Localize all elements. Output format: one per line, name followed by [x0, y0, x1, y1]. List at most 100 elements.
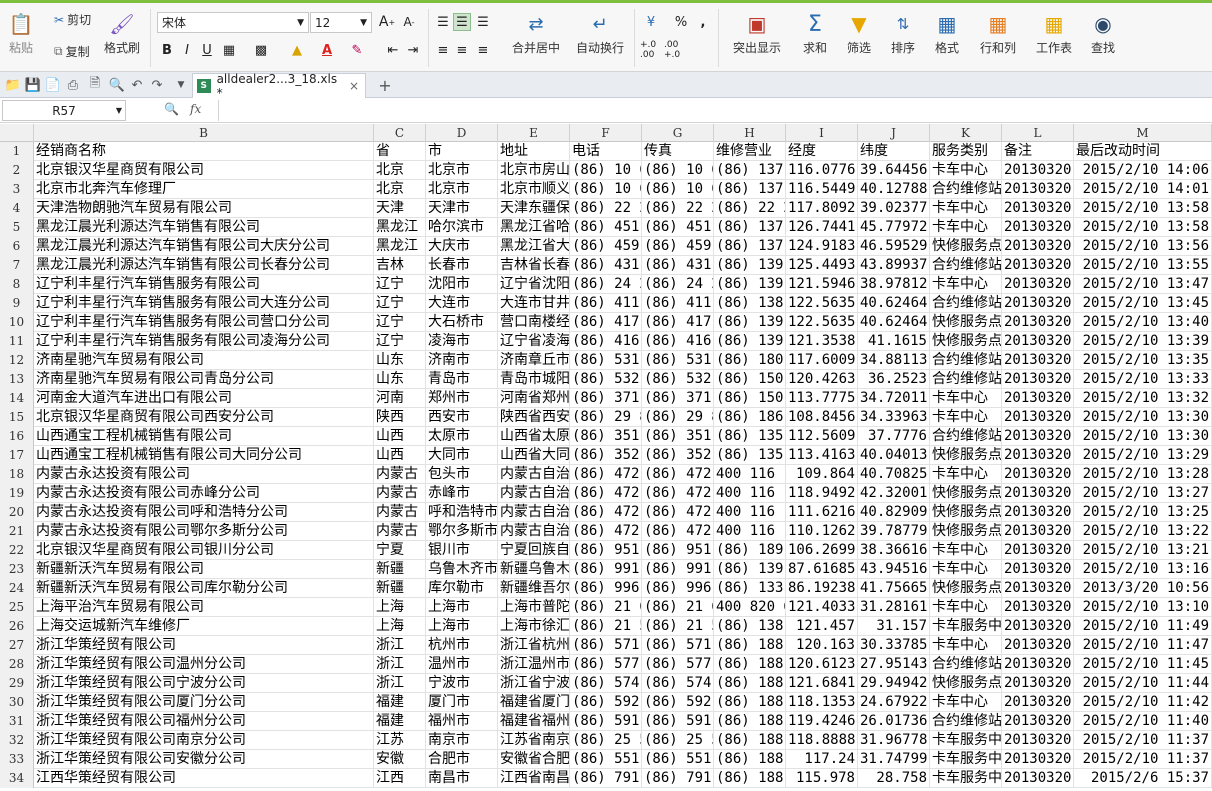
underline-button[interactable]: U	[198, 41, 216, 59]
cell-f-18[interactable]: (86) 472	[570, 465, 642, 484]
new-tab-button[interactable]: +	[376, 76, 394, 95]
close-icon[interactable]: ×	[349, 79, 359, 93]
cell-k-6[interactable]: 快修服务点	[930, 237, 1002, 256]
cell-f-4[interactable]: (86) 22 2	[570, 199, 642, 218]
cell-c-30[interactable]: 福建	[374, 693, 426, 712]
column-header-l[interactable]: L	[1002, 124, 1074, 142]
row-number[interactable]: 4	[0, 199, 34, 218]
row-number[interactable]: 7	[0, 256, 34, 275]
cell-l-11[interactable]: 20130320	[1002, 332, 1074, 351]
cell-c-3[interactable]: 北京	[374, 180, 426, 199]
wrap-text-button[interactable]: ↵ 自动换行	[574, 11, 626, 56]
cell-j-33[interactable]: 31.74799	[858, 750, 930, 769]
cell-k-29[interactable]: 快修服务点	[930, 674, 1002, 693]
cell-g-4[interactable]: (86) 22 2	[642, 199, 714, 218]
column-header-c[interactable]: C	[374, 124, 426, 142]
decrease-font-icon[interactable]: A-	[400, 13, 418, 31]
cell-e-10[interactable]: 营口南楼经	[498, 313, 570, 332]
cell-f-14[interactable]: (86) 371	[570, 389, 642, 408]
cell-h-22[interactable]: (86) 189	[714, 541, 786, 560]
row-number[interactable]: 29	[0, 674, 34, 693]
print-preview-icon[interactable]: 🗎	[86, 76, 104, 94]
cell-b-11[interactable]: 辽宁利丰星行汽车销售服务有限公司凌海分公司	[34, 332, 374, 351]
cell-j-34[interactable]: 28.758	[858, 769, 930, 788]
cell-i-4[interactable]: 117.8092	[786, 199, 858, 218]
cell-i-7[interactable]: 125.4493	[786, 256, 858, 275]
cell-d-22[interactable]: 银川市	[426, 541, 498, 560]
fill-color-icon[interactable]: ▲	[288, 41, 306, 59]
format-button[interactable]: ▦ 格式	[928, 11, 966, 56]
cell-b-30[interactable]: 浙江华策经贸有限公司厦门分公司	[34, 693, 374, 712]
cell-e-23[interactable]: 新疆乌鲁木	[498, 560, 570, 579]
cell-l-6[interactable]: 20130320	[1002, 237, 1074, 256]
cell-g-19[interactable]: (86) 472	[642, 484, 714, 503]
cell-e-3[interactable]: 北京市顺义	[498, 180, 570, 199]
cell-c-6[interactable]: 黑龙江	[374, 237, 426, 256]
cell-f-1[interactable]: 电话	[570, 142, 642, 161]
cell-e-7[interactable]: 吉林省长春	[498, 256, 570, 275]
cell-h-31[interactable]: (86) 188	[714, 712, 786, 731]
cell-m-22[interactable]: 2015/2/10 13:21	[1074, 541, 1212, 560]
cell-l-27[interactable]: 20130320	[1002, 636, 1074, 655]
cell-d-7[interactable]: 长春市	[426, 256, 498, 275]
cell-k-24[interactable]: 快修服务点	[930, 579, 1002, 598]
column-header-h[interactable]: H	[714, 124, 786, 142]
cell-g-11[interactable]: (86) 416	[642, 332, 714, 351]
cell-d-20[interactable]: 呼和浩特市	[426, 503, 498, 522]
cell-k-8[interactable]: 卡车中心	[930, 275, 1002, 294]
cell-m-3[interactable]: 2015/2/10 14:01	[1074, 180, 1212, 199]
cell-j-7[interactable]: 43.89937	[858, 256, 930, 275]
cell-e-9[interactable]: 大连市甘井	[498, 294, 570, 313]
cell-f-29[interactable]: (86) 574	[570, 674, 642, 693]
cell-j-26[interactable]: 31.157	[858, 617, 930, 636]
cell-c-14[interactable]: 河南	[374, 389, 426, 408]
cell-c-16[interactable]: 山西	[374, 427, 426, 446]
cell-f-31[interactable]: (86) 591	[570, 712, 642, 731]
cell-f-20[interactable]: (86) 472	[570, 503, 642, 522]
font-name-select[interactable]: 宋体 ▼	[157, 12, 309, 33]
cell-g-1[interactable]: 传真	[642, 142, 714, 161]
cell-d-16[interactable]: 太原市	[426, 427, 498, 446]
indent-decrease-icon[interactable]: ⇤	[384, 41, 402, 59]
cell-d-25[interactable]: 上海市	[426, 598, 498, 617]
cell-b-14[interactable]: 河南金大道汽车进出口有限公司	[34, 389, 374, 408]
column-header-g[interactable]: G	[642, 124, 714, 142]
cell-b-32[interactable]: 浙江华策经贸有限公司南京分公司	[34, 731, 374, 750]
cell-b-19[interactable]: 内蒙古永达投资有限公司赤峰分公司	[34, 484, 374, 503]
cell-i-26[interactable]: 121.457	[786, 617, 858, 636]
cell-b-15[interactable]: 北京银汉华星商贸有限公司西安分公司	[34, 408, 374, 427]
percent-button[interactable]: %	[672, 13, 690, 31]
column-header-b[interactable]: B	[34, 124, 374, 142]
cell-k-5[interactable]: 卡车中心	[930, 218, 1002, 237]
cell-d-10[interactable]: 大石桥市	[426, 313, 498, 332]
cell-g-10[interactable]: (86) 417	[642, 313, 714, 332]
cell-h-28[interactable]: (86) 188	[714, 655, 786, 674]
cell-k-21[interactable]: 快修服务点	[930, 522, 1002, 541]
cell-k-3[interactable]: 合约维修站	[930, 180, 1002, 199]
cell-g-24[interactable]: (86) 996	[642, 579, 714, 598]
cell-g-14[interactable]: (86) 371	[642, 389, 714, 408]
cell-l-33[interactable]: 20130320	[1002, 750, 1074, 769]
cell-l-7[interactable]: 20130320	[1002, 256, 1074, 275]
cell-l-15[interactable]: 20130320	[1002, 408, 1074, 427]
cell-j-6[interactable]: 46.59529	[858, 237, 930, 256]
row-number[interactable]: 10	[0, 313, 34, 332]
cell-k-13[interactable]: 合约维修站	[930, 370, 1002, 389]
decrease-decimal-button[interactable]: .00 +.0	[664, 40, 694, 60]
cell-g-29[interactable]: (86) 574	[642, 674, 714, 693]
cell-d-31[interactable]: 福州市	[426, 712, 498, 731]
cell-c-1[interactable]: 省	[374, 142, 426, 161]
cell-b-16[interactable]: 山西通宝工程机械销售有限公司	[34, 427, 374, 446]
column-header-i[interactable]: I	[786, 124, 858, 142]
merge-center-button[interactable]: ⇄ 合并居中	[506, 11, 566, 56]
cell-m-14[interactable]: 2015/2/10 13:32	[1074, 389, 1212, 408]
cell-h-4[interactable]: (86) 22 2	[714, 199, 786, 218]
cell-l-9[interactable]: 20130320	[1002, 294, 1074, 313]
row-number[interactable]: 15	[0, 408, 34, 427]
cell-h-5[interactable]: (86) 137	[714, 218, 786, 237]
cell-e-17[interactable]: 山西省大同	[498, 446, 570, 465]
cell-k-14[interactable]: 卡车中心	[930, 389, 1002, 408]
cell-h-8[interactable]: (86) 139	[714, 275, 786, 294]
cell-d-14[interactable]: 郑州市	[426, 389, 498, 408]
cell-f-6[interactable]: (86) 459	[570, 237, 642, 256]
